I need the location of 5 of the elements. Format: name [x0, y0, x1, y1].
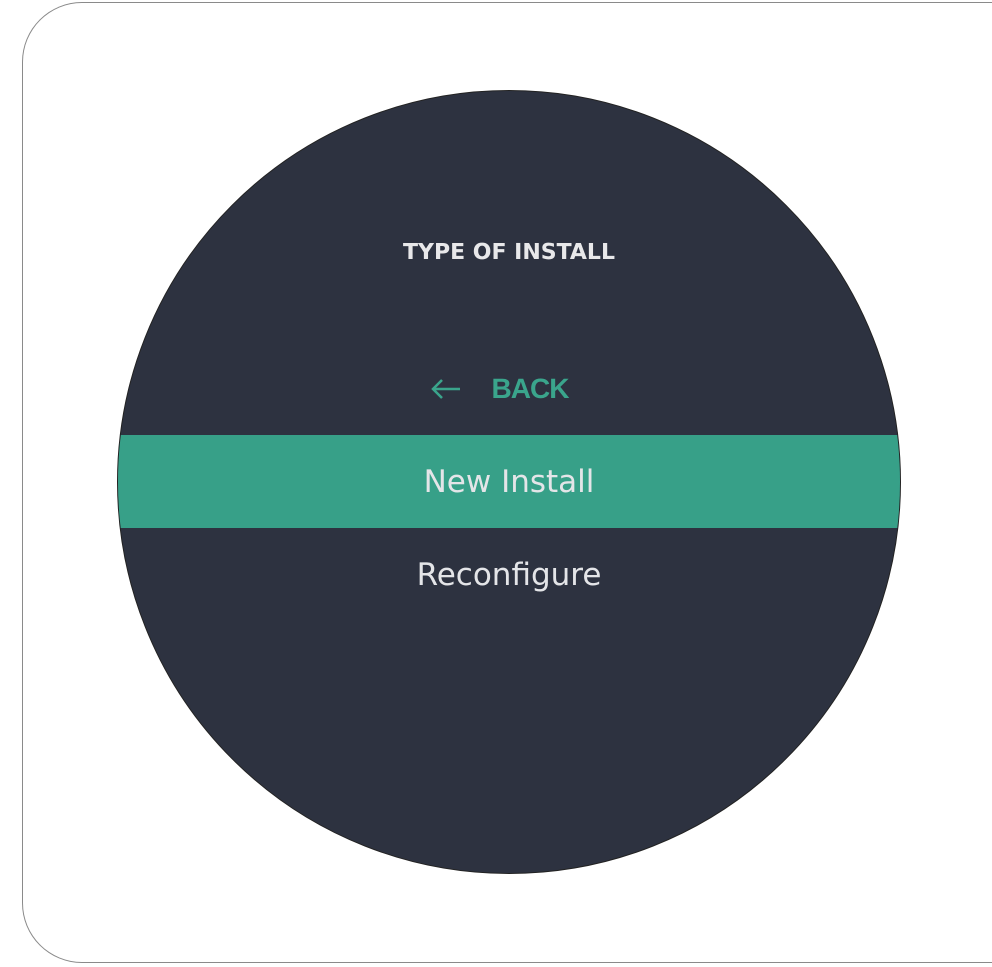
menu-item[interactable]: New Install: [118, 435, 900, 528]
screen-title: TYPE OF INSTALL: [403, 240, 615, 266]
menu-item[interactable]: Reconfigure: [118, 528, 900, 621]
back-button[interactable]: BACK: [426, 369, 572, 409]
left-arrow-icon: [430, 378, 462, 400]
